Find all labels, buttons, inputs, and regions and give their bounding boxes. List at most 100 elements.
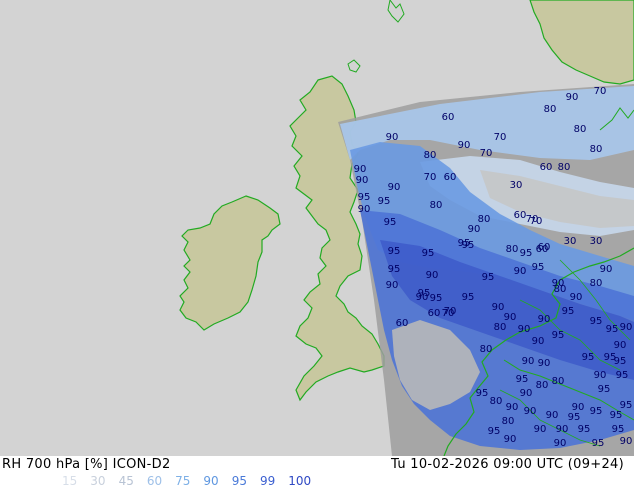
contour-label: 30 bbox=[564, 236, 577, 247]
contour-label: 90 bbox=[554, 438, 567, 449]
contour-label: 90 bbox=[426, 270, 439, 281]
contour-label: 95 bbox=[606, 324, 619, 335]
contour-label: 95 bbox=[458, 238, 471, 249]
contour-label: 95 bbox=[358, 192, 371, 203]
contour-label: 30 bbox=[510, 180, 523, 191]
contour-label: 95 bbox=[384, 217, 397, 228]
legend-value-15: 15 bbox=[62, 474, 78, 488]
contour-label: 80 bbox=[494, 322, 507, 333]
contour-label: 90 bbox=[388, 182, 401, 193]
contour-label: 90 bbox=[458, 140, 471, 151]
contour-label: 90 bbox=[506, 402, 519, 413]
contour-label: 60 bbox=[396, 318, 409, 329]
contour-label: 70 bbox=[424, 172, 437, 183]
contour-label: 95 bbox=[462, 292, 475, 303]
contour-label: 90 bbox=[522, 356, 535, 367]
contour-label: 95 bbox=[610, 410, 623, 421]
contour-label: 95 bbox=[592, 438, 605, 449]
contour-label: 95 bbox=[430, 293, 443, 304]
legend-value-99: 99 bbox=[259, 474, 276, 488]
contour-label: 90 bbox=[524, 406, 537, 417]
contour-label: 80 bbox=[590, 144, 603, 155]
contour-label: 90 bbox=[600, 264, 613, 275]
contour-label: 90 bbox=[594, 370, 607, 381]
contour-label: 95 bbox=[388, 264, 401, 275]
contour-label: 90 bbox=[386, 280, 399, 291]
contour-label: 95 bbox=[378, 196, 391, 207]
contour-label: 80 bbox=[502, 416, 515, 427]
contour-label: 90 bbox=[534, 424, 547, 435]
contour-label: 70 bbox=[530, 216, 543, 227]
contour-label: 80 bbox=[574, 124, 587, 135]
contour-label: 90 bbox=[532, 336, 545, 347]
contour-label: 95 bbox=[614, 356, 627, 367]
contour-label: 90 bbox=[614, 340, 627, 351]
contour-label: 95 bbox=[590, 406, 603, 417]
legend-value-100: 100 bbox=[288, 474, 312, 488]
contour-label: 60 bbox=[442, 112, 455, 123]
contour-label: 90 bbox=[538, 358, 551, 369]
contour-label: 80 bbox=[552, 376, 565, 387]
contour-label: 90 bbox=[546, 410, 559, 421]
contour-label: 80 bbox=[590, 278, 603, 289]
contour-label: 90 bbox=[386, 132, 399, 143]
contour-label: 95 bbox=[516, 374, 529, 385]
contour-label: 90 bbox=[570, 292, 583, 303]
color-legend: 15 30 45 60 75 90 95 99 100 bbox=[62, 474, 324, 488]
contour-label: 95 bbox=[568, 412, 581, 423]
contour-label: 80 bbox=[544, 104, 557, 115]
contour-label: 30 bbox=[590, 236, 603, 247]
contour-label: 90 bbox=[566, 92, 579, 103]
contour-label: 90 bbox=[358, 204, 371, 215]
contour-label: 95 bbox=[582, 352, 595, 363]
contour-label: 60 bbox=[514, 210, 527, 221]
contour-label: 90 bbox=[492, 302, 505, 313]
contour-label: 80 bbox=[506, 244, 519, 255]
legend-value-90: 90 bbox=[203, 474, 219, 488]
parameter-title: RH 700 hPa [%] ICON-D2 bbox=[2, 457, 171, 472]
contour-label: 95 bbox=[482, 272, 495, 283]
info-bar: RH 700 hPa [%] ICON-D2 Tu 10-02-2026 09:… bbox=[0, 456, 634, 490]
contour-label: 70 bbox=[594, 86, 607, 97]
contour-label: 60 bbox=[428, 308, 441, 319]
legend-value-95: 95 bbox=[231, 474, 247, 488]
contour-label: 95 bbox=[388, 246, 401, 257]
legend-value-60: 60 bbox=[146, 474, 163, 488]
contour-label: 90 bbox=[538, 314, 551, 325]
contour-label: 80 bbox=[430, 200, 443, 211]
contour-label: 95 bbox=[552, 330, 565, 341]
contour-label: 95 bbox=[578, 424, 591, 435]
contour-label: 70 bbox=[494, 132, 507, 143]
contour-label: 90 bbox=[468, 224, 481, 235]
contour-label: 70 bbox=[480, 148, 493, 159]
contour-label: 95 bbox=[562, 306, 575, 317]
contour-label: 60 bbox=[540, 162, 553, 173]
contour-label: 95 bbox=[520, 248, 533, 259]
contour-label: 90 bbox=[518, 324, 531, 335]
contour-label: 70 bbox=[444, 306, 457, 317]
contour-label: 80 bbox=[480, 344, 493, 355]
contour-label: 60 bbox=[444, 172, 457, 183]
contour-label: 95 bbox=[532, 262, 545, 273]
map-canvas[interactable]: 908070608070908090 807060 809070 6030909590… bbox=[0, 0, 634, 457]
contour-label: 95 bbox=[590, 316, 603, 327]
contour-label: 80 bbox=[490, 396, 503, 407]
map-panel[interactable]: 90 80 70 60 80 70 90 80 90 80 70 60 80 90 70 60 30 90 95 90… bbox=[0, 0, 634, 457]
contour-label: 90 bbox=[356, 175, 369, 186]
contour-label: 80 bbox=[424, 150, 437, 161]
legend-value-30: 30 bbox=[90, 474, 106, 488]
contour-label: 90 bbox=[354, 164, 367, 175]
legend-value-45: 45 bbox=[118, 474, 134, 488]
contour-label: 95 bbox=[598, 384, 611, 395]
contour-label: 95 bbox=[612, 424, 625, 435]
contour-label: 90 bbox=[520, 388, 533, 399]
contour-label: 95 bbox=[476, 388, 489, 399]
contour-label: 90 bbox=[552, 278, 565, 289]
contour-label: 95 bbox=[422, 248, 435, 259]
contour-label: 90 bbox=[556, 424, 569, 435]
contour-label: 95 bbox=[616, 370, 629, 381]
contour-label: 95 bbox=[488, 426, 501, 437]
contour-label: 95 bbox=[418, 288, 431, 299]
contour-label: 80 bbox=[536, 380, 549, 391]
contour-label: 90 bbox=[620, 436, 633, 447]
